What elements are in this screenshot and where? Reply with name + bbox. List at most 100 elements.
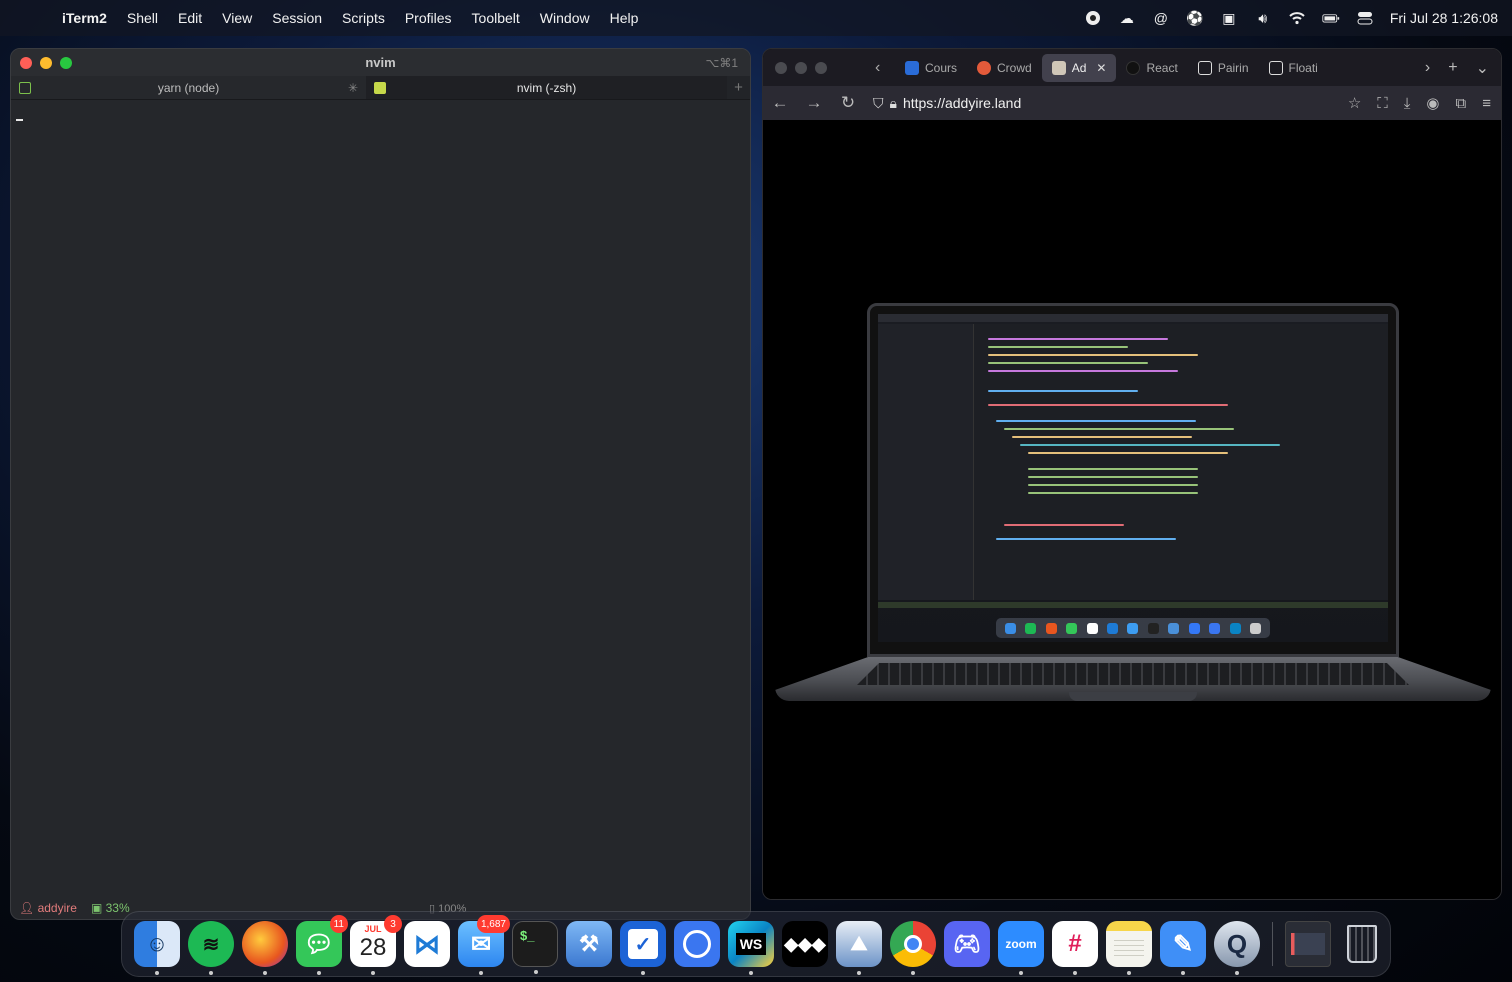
browser-tab[interactable]: React: [1116, 54, 1187, 82]
code-line: [988, 404, 1228, 406]
close-tab-icon[interactable]: ✕: [1096, 61, 1106, 75]
menu-profiles[interactable]: Profiles: [395, 10, 462, 26]
mini-dock-app: [1127, 622, 1139, 634]
bookmark-star-icon[interactable]: ☆: [1348, 94, 1361, 112]
url-text[interactable]: https://addyire.land: [903, 95, 1021, 111]
battery-icon[interactable]: [1322, 9, 1340, 27]
dock-firefox[interactable]: [242, 921, 288, 975]
menu-toolbelt[interactable]: Toolbelt: [462, 10, 530, 26]
url-bar[interactable]: ⛉ 🔒︎ https://addyire.land: [873, 95, 1021, 112]
dock-minimized-window[interactable]: [1285, 921, 1331, 967]
dock-messages[interactable]: 💬︎ 11: [296, 915, 348, 975]
soccer-ball-icon[interactable]: ⚽: [1186, 9, 1204, 27]
menu-window[interactable]: Window: [530, 10, 600, 26]
code-line: [988, 354, 1198, 356]
dock-finder[interactable]: ☺: [134, 921, 180, 975]
browser-window: ‹ Cours Crowd Ad ✕ React Pairin Floati ›: [762, 48, 1502, 900]
tab-nvim-zsh[interactable]: nvim (-zsh): [366, 76, 728, 99]
dock-trash[interactable]: [1339, 921, 1385, 967]
notes-lines-icon: [1114, 940, 1144, 958]
toolbar-buttons: ☆ ⛶ ⤓ ◉ ⧉ ≡: [1348, 94, 1491, 113]
wifi-icon[interactable]: [1288, 9, 1306, 27]
browser-tab[interactable]: Crowd: [967, 54, 1042, 82]
chrome-center-icon: [904, 935, 922, 953]
downloads-icon[interactable]: ⤓: [1404, 95, 1411, 112]
tab-label: nvim (-zsh): [516, 80, 577, 95]
menu-edit[interactable]: Edit: [168, 10, 212, 26]
page-viewport[interactable]: [763, 121, 1501, 899]
dock-preview[interactable]: ⛰: [836, 921, 882, 975]
close-window-button[interactable]: [775, 61, 787, 74]
control-center-icon[interactable]: [1356, 9, 1374, 27]
tab-favicon-icon: [977, 60, 992, 75]
mini-dock: [996, 618, 1270, 638]
browser-tab[interactable]: Pairin: [1188, 54, 1259, 82]
tab-favicon-icon: [905, 60, 919, 75]
tab-yarn-node[interactable]: yarn (node) ✳: [11, 76, 367, 99]
menu-app-name[interactable]: iTerm2: [52, 10, 117, 26]
dock-webstorm[interactable]: WS: [728, 921, 774, 975]
messages-badge: 11: [329, 915, 348, 933]
dock-chrome[interactable]: [890, 921, 936, 975]
new-tab-button[interactable]: +: [727, 76, 750, 99]
code-line: [1028, 468, 1198, 470]
tracking-shield-icon[interactable]: ⛉: [873, 95, 884, 112]
dock-pages[interactable]: ✎: [1160, 921, 1206, 975]
zoom-window-button[interactable]: [815, 61, 827, 74]
screenshot-icon[interactable]: ⛶: [1377, 95, 1388, 112]
menu-shell[interactable]: Shell: [117, 10, 168, 26]
dock-quicktime[interactable]: Q: [1214, 921, 1260, 975]
code-line: [1004, 524, 1124, 526]
forward-arrow-icon[interactable]: →: [797, 93, 831, 113]
mini-dock-app: [1086, 622, 1098, 634]
display-icon[interactable]: ▣: [1220, 9, 1238, 27]
terminal-content[interactable]: [11, 101, 750, 897]
mini-menubar: [878, 314, 1388, 322]
browser-tab[interactable]: Floati: [1259, 54, 1328, 82]
browser-tab-active[interactable]: Ad ✕: [1041, 53, 1117, 82]
back-arrow-icon[interactable]: ←: [763, 93, 797, 113]
dock-calendar[interactable]: JUL 28 3: [350, 915, 402, 975]
extensions-icon[interactable]: ⧉: [1456, 95, 1467, 112]
dock-reminders[interactable]: ✓: [620, 921, 666, 975]
dock-spotify[interactable]: ≋: [188, 921, 234, 975]
code-line: [996, 538, 1176, 540]
dock-notes[interactable]: [1106, 921, 1152, 975]
menu-help[interactable]: Help: [600, 10, 649, 26]
new-tab-plus-icon[interactable]: +: [1448, 59, 1457, 77]
scroll-tabs-left-icon[interactable]: ‹: [875, 59, 895, 77]
browser-tab[interactable]: Cours: [895, 54, 967, 82]
scroll-tabs-right-icon[interactable]: ›: [1425, 59, 1430, 77]
iterm-titlebar[interactable]: nvim ⌥⌘1: [11, 49, 750, 76]
at-sign-icon[interactable]: @: [1152, 9, 1170, 27]
list-all-tabs-icon[interactable]: ⌄: [1476, 58, 1489, 78]
menubar-clock[interactable]: Fri Jul 28 1:26:08: [1390, 10, 1498, 26]
minimize-window-button[interactable]: [795, 61, 807, 74]
dock-terminal[interactable]: $_: [512, 921, 558, 974]
volume-icon[interactable]: 🔊︎: [1254, 9, 1272, 27]
finder-face-icon: ☺: [145, 931, 169, 956]
dock-signal[interactable]: [674, 921, 720, 967]
dock-discord[interactable]: 🎮︎: [944, 921, 990, 967]
creative-cloud-icon[interactable]: ☁: [1118, 9, 1136, 27]
menu-view[interactable]: View: [212, 10, 262, 26]
lock-icon[interactable]: 🔒︎: [890, 95, 897, 112]
account-icon[interactable]: ◉: [1426, 94, 1439, 112]
mini-dock-app: [1066, 622, 1078, 634]
dock-xcode[interactable]: ⚒: [566, 921, 612, 967]
running-indicator: [317, 971, 321, 975]
webstorm-logo: WS: [735, 933, 767, 955]
record-icon[interactable]: [1084, 9, 1102, 27]
menu-icon[interactable]: ≡: [1482, 95, 1491, 112]
dock-slack[interactable]: #: [1052, 921, 1098, 975]
status-cpu: ▣ 33%: [90, 901, 130, 915]
dock-vscode[interactable]: ⋈: [404, 921, 450, 967]
dock-mail[interactable]: ✉ 1,687: [458, 915, 510, 975]
running-indicator: [911, 971, 915, 975]
menu-session[interactable]: Session: [262, 10, 332, 26]
window-shortcut-label: ⌥⌘1: [705, 55, 738, 70]
menu-scripts[interactable]: Scripts: [332, 10, 395, 26]
dock-zoom[interactable]: zoom: [998, 921, 1044, 975]
dock-tidal[interactable]: ◆◆◆: [782, 921, 828, 967]
reload-icon[interactable]: ↻: [831, 93, 865, 113]
